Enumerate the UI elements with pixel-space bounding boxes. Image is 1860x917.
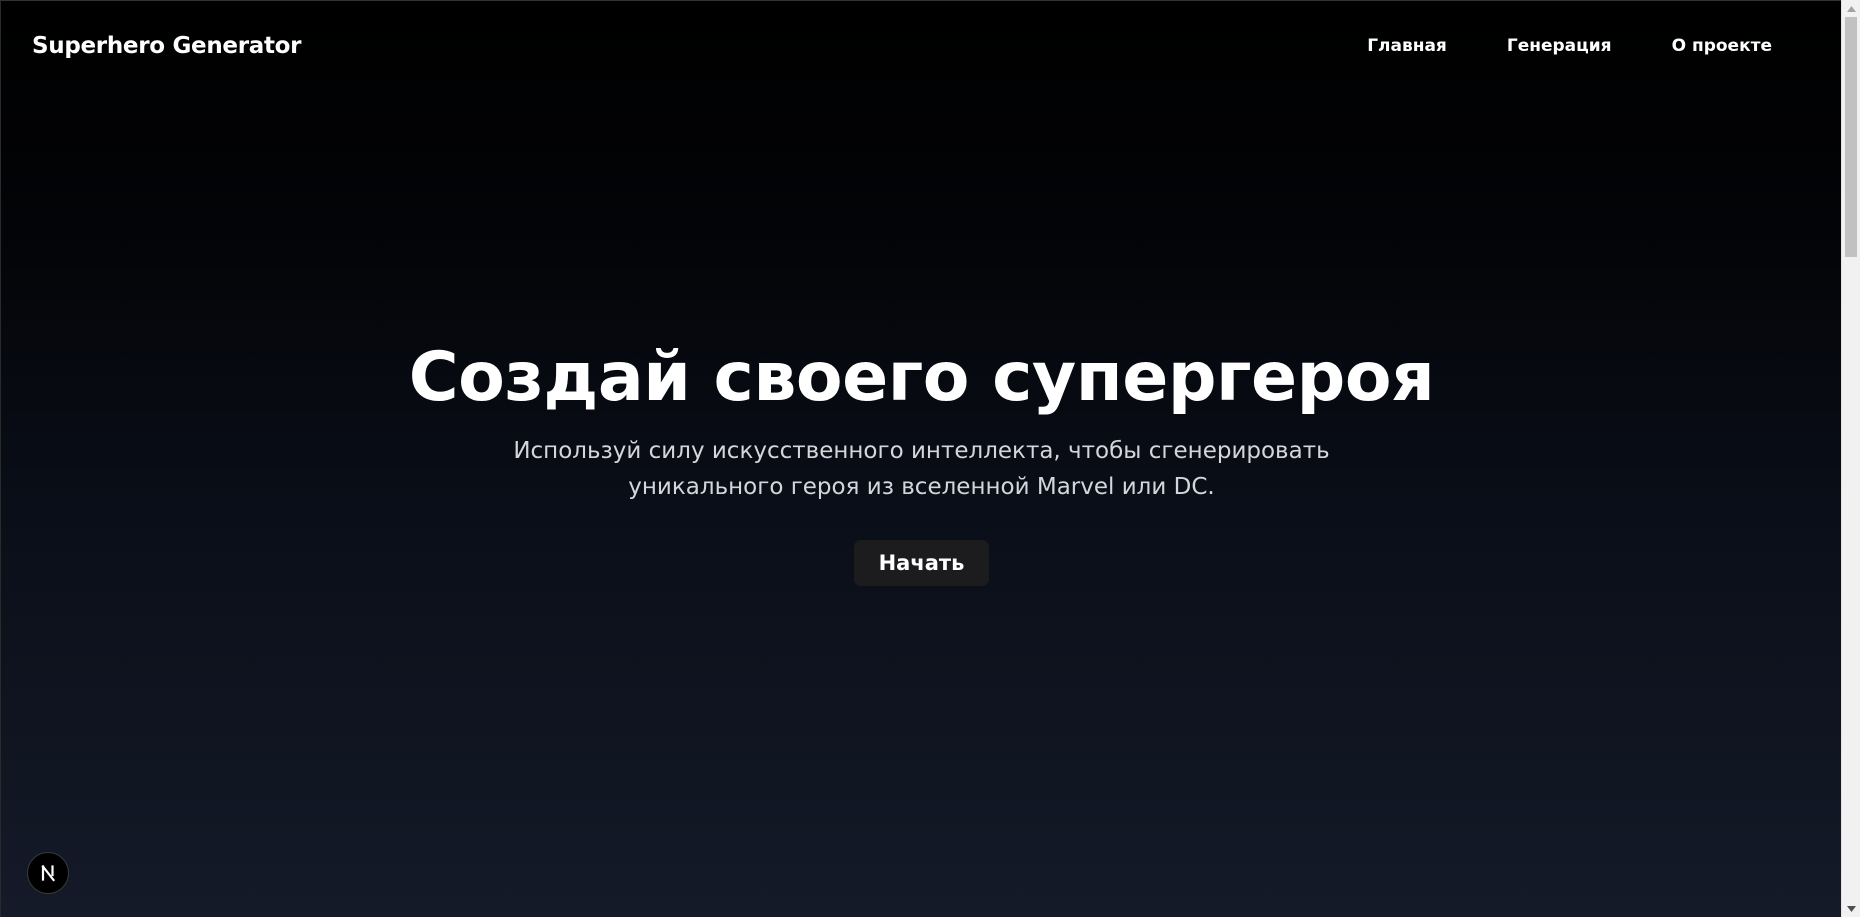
nav-link-generation[interactable]: Генерация <box>1507 36 1612 56</box>
triangle-down-icon <box>1846 905 1856 912</box>
scroll-down-arrow[interactable] <box>1842 900 1860 917</box>
nextjs-icon <box>41 864 56 882</box>
vertical-scrollbar[interactable] <box>1841 0 1860 917</box>
nav-link-home[interactable]: Главная <box>1367 36 1447 56</box>
hero-title: Создай своего супергероя <box>408 338 1435 417</box>
brand-logo[interactable]: Superhero Generator <box>32 33 302 59</box>
nav-link-about[interactable]: О проекте <box>1672 36 1772 56</box>
triangle-up-icon <box>1846 5 1856 12</box>
scroll-up-arrow[interactable] <box>1842 0 1860 17</box>
start-button[interactable]: Начать <box>854 540 989 586</box>
navbar: Superhero Generator Главная Генерация О … <box>1 1 1841 91</box>
nav-links: Главная Генерация О проекте <box>1367 36 1794 56</box>
scrollbar-thumb[interactable] <box>1845 17 1857 257</box>
page-viewport: Superhero Generator Главная Генерация О … <box>0 0 1841 917</box>
nextjs-dev-badge[interactable] <box>27 852 69 894</box>
hero-subtitle: Используй силу искусственного интеллекта… <box>513 438 1330 500</box>
